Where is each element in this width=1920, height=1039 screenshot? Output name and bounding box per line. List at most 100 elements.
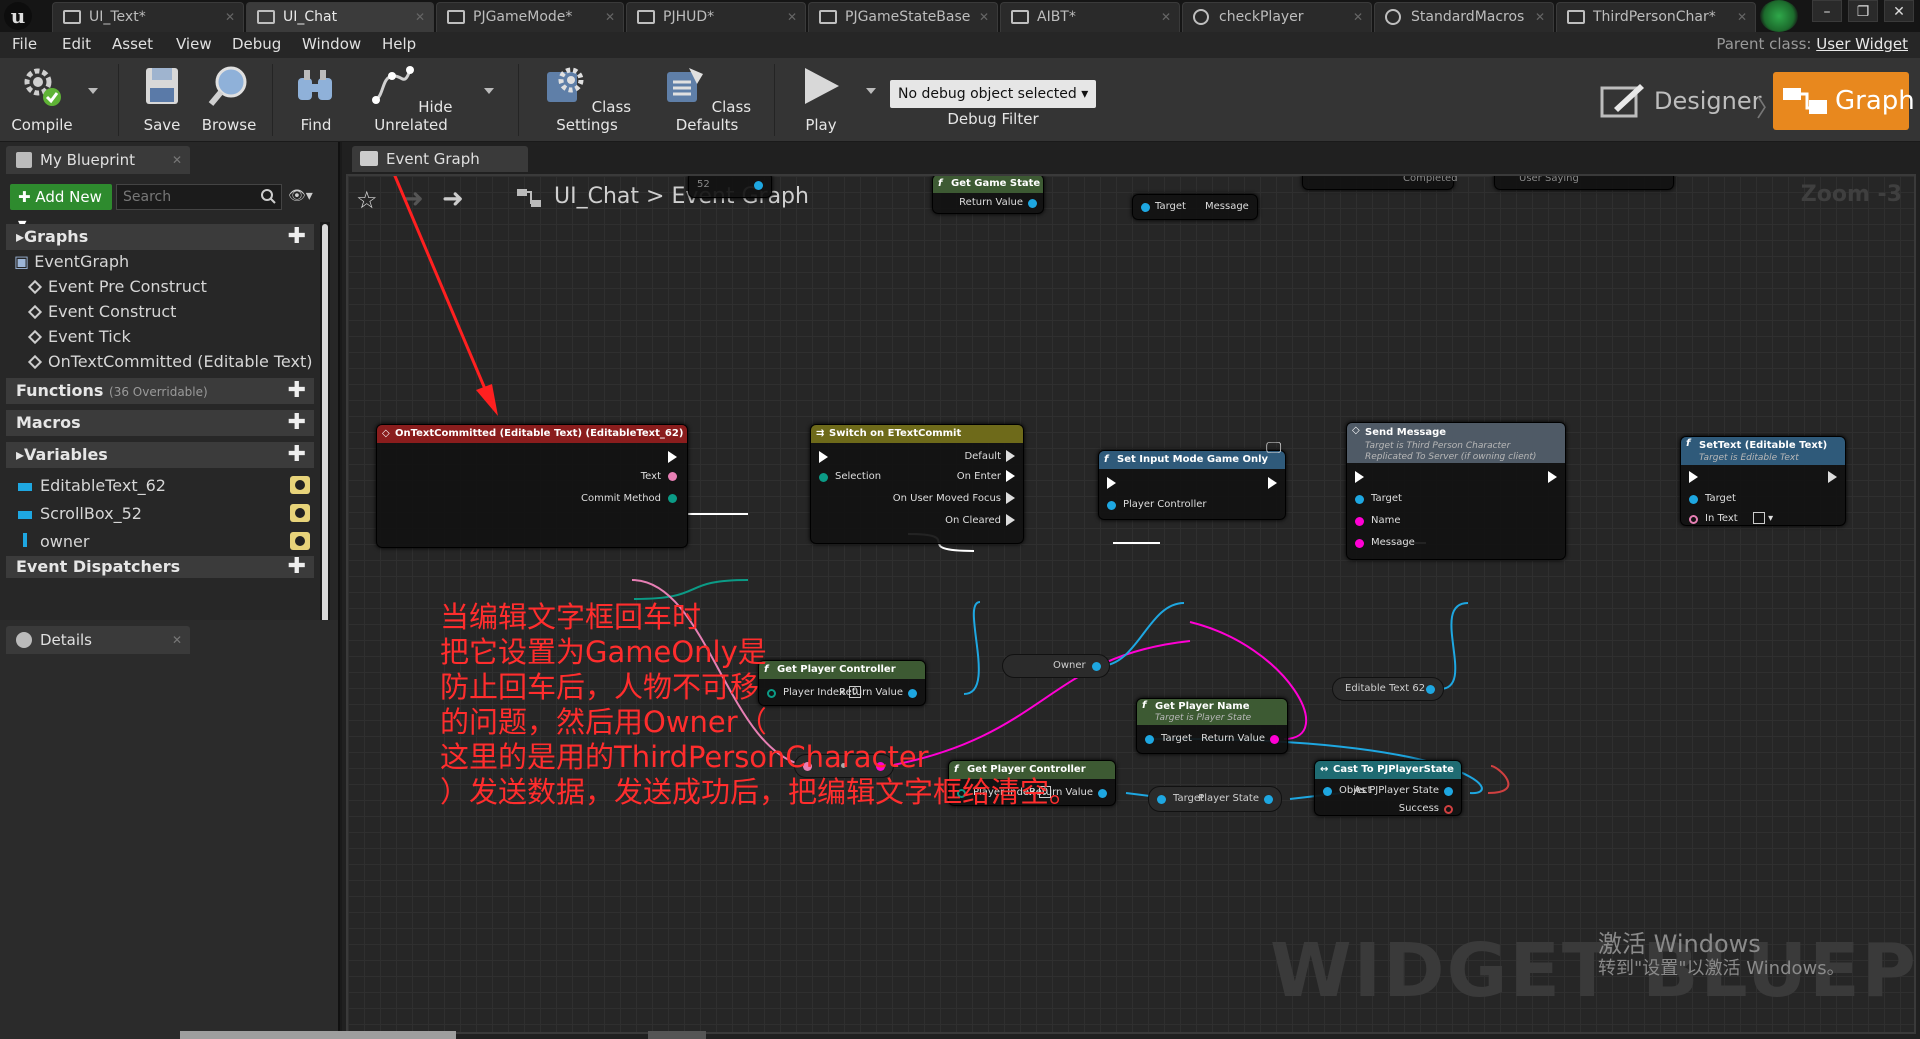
close-icon[interactable]: ✕ [605,3,615,31]
tree-on-text-committed[interactable]: OnTextCommitted (Editable Text) [27,352,313,371]
close-icon[interactable]: ✕ [1535,3,1545,31]
debug-object-select[interactable]: No debug object selected ▾ [890,80,1096,108]
section-event-dispatchers[interactable]: Event Dispatchers ✚ [6,556,314,578]
my-blueprint-label: My Blueprint [40,151,136,169]
play-options-caret-icon[interactable] [866,88,876,94]
search-input[interactable]: Search [116,184,282,210]
menu-debug[interactable]: Debug [232,35,281,53]
section-graphs[interactable]: ▸Graphs ✚ [6,224,314,250]
var-editabletext[interactable]: EditableText_62 [18,476,166,495]
event-label: Event Tick [48,327,131,346]
tab-label: StandardMacros [1411,9,1525,25]
debug-filter-label: Debug Filter [947,110,1039,128]
variables-label: Variables [24,445,108,464]
class-defaults-icon [666,68,703,102]
tab-thirdpersonchar[interactable]: ThirdPersonChar* ✕ [1556,2,1756,32]
graph-mode-button[interactable]: Graph [1773,72,1915,130]
tab-pjgamemode[interactable]: PJGameMode* ✕ [436,2,624,32]
tab-checkplayer[interactable]: checkPlayer ✕ [1182,2,1372,32]
hide-unrelated-button[interactable]: Hide Unrelated [356,62,466,138]
event-label: OnTextCommitted (Editable Text) [48,352,313,371]
tree-event-pre-construct[interactable]: Event Pre Construct [27,277,207,296]
menu-window[interactable]: Window [302,35,361,53]
add-dispatcher-plus-icon[interactable]: ✚ [288,556,306,578]
chevron-down-icon: ▾ [1081,86,1089,102]
var-owner[interactable]: owner [18,532,89,551]
event-icon [27,279,43,295]
menu-asset[interactable]: Asset [112,35,153,53]
details-tab[interactable]: Details ✕ [6,626,190,654]
close-icon[interactable]: ✕ [172,626,182,654]
close-icon[interactable]: ✕ [787,3,797,31]
source-control-icon[interactable] [1760,0,1798,32]
visibility-eye-icon[interactable] [290,476,310,494]
menu-help[interactable]: Help [382,35,416,53]
tab-ui-text[interactable]: UI_Text* ✕ [52,2,244,32]
find-icon [298,70,332,100]
var-label: EditableText_62 [40,476,166,495]
tab-ui-chat[interactable]: UI_Chat ✕ [246,2,434,32]
add-variable-plus-icon[interactable]: ✚ [288,442,306,468]
close-icon[interactable]: ✕ [1737,3,1747,31]
compile-options-caret-icon[interactable] [88,88,98,94]
close-icon[interactable]: ✕ [415,3,425,31]
minimize-button[interactable]: – [1812,0,1842,22]
tab-aibt[interactable]: AIBT* ✕ [1000,2,1180,32]
add-new-button[interactable]: ✚ Add New ▼ [10,184,112,231]
eventgraph-label: EventGraph [34,252,130,271]
close-icon[interactable]: ✕ [1353,3,1363,31]
add-graph-plus-icon[interactable]: ✚ [288,224,306,250]
tree-eventgraph[interactable]: ▣ EventGraph [14,252,129,271]
play-button[interactable]: Play [786,62,856,138]
compile-button[interactable]: Compile [6,62,78,138]
section-functions[interactable]: Functions (36 Overridable) ✚ [6,378,314,404]
close-icon[interactable]: ✕ [979,3,989,31]
parent-class-link[interactable]: User Widget [1816,35,1908,53]
close-icon[interactable]: ✕ [172,146,182,174]
tab-pjhud[interactable]: PJHUD* ✕ [626,2,806,32]
add-macro-plus-icon[interactable]: ✚ [288,410,306,436]
horizontal-scrollbar[interactable] [180,1031,456,1039]
tab-label: UI_Text* [89,9,146,25]
tree-event-construct[interactable]: Event Construct [27,302,176,321]
view-options-eye-icon[interactable]: 👁▾ [288,188,322,206]
object-type-icon [23,533,27,547]
my-blueprint-panel: My Blueprint ✕ ✚ Add New ▼ Search 👁▾ ▸Gra… [0,142,340,1039]
close-window-button[interactable]: ✕ [1884,0,1914,22]
my-blueprint-tab[interactable]: My Blueprint ✕ [6,146,190,174]
section-macros[interactable]: Macros ✚ [6,410,314,436]
save-button[interactable]: Save [130,62,194,138]
class-settings-button[interactable]: Class Settings [530,62,644,138]
annotation-line: 防止回车后，人物不可移 [440,670,760,704]
menu-edit[interactable]: Edit [62,35,91,53]
visibility-eye-icon[interactable] [290,532,310,550]
add-function-plus-icon[interactable]: ✚ [288,378,306,404]
event-graph-tab[interactable]: Event Graph [352,146,528,172]
find-button[interactable]: Find [284,62,348,138]
macros-label: Macros [16,413,81,432]
widget-bp-icon [63,10,81,24]
unreal-logo-icon[interactable]: u [4,2,32,30]
var-scrollbox[interactable]: ScrollBox_52 [18,504,142,523]
hide-unrelated-caret-icon[interactable] [484,88,494,94]
tree-event-tick[interactable]: Event Tick [27,327,131,346]
close-icon[interactable]: ✕ [225,3,235,31]
designer-mode-button[interactable]: Designer [1596,74,1762,128]
annotation-line: ）发送数据，发送成功后，把编辑文字框给清空。 [440,775,1079,809]
event-icon [27,304,43,320]
tab-standardmacros[interactable]: StandardMacros ✕ [1374,2,1554,32]
maximize-button[interactable]: ❐ [1848,0,1878,22]
horizontal-scrollbar-thumb[interactable] [648,1031,706,1039]
tab-pjgamestatebase[interactable]: PJGameStateBase ✕ [808,2,998,32]
graph-canvas[interactable]: ☆ ➜ ➜ UI_Chat > Event Graph Zoom -3 fGet… [346,174,1916,1034]
plus-icon: ✚ [18,188,31,206]
visibility-eye-icon[interactable] [290,504,310,522]
menu-view[interactable]: View [176,35,212,53]
section-variables[interactable]: ▸Variables ✚ [6,442,314,468]
function-icon [1193,9,1209,25]
browse-label: Browse [201,116,257,134]
close-icon[interactable]: ✕ [1161,3,1171,31]
browse-button[interactable]: Browse [196,62,262,138]
class-defaults-button[interactable]: Class Defaults [650,62,764,138]
menu-file[interactable]: File [12,35,37,53]
